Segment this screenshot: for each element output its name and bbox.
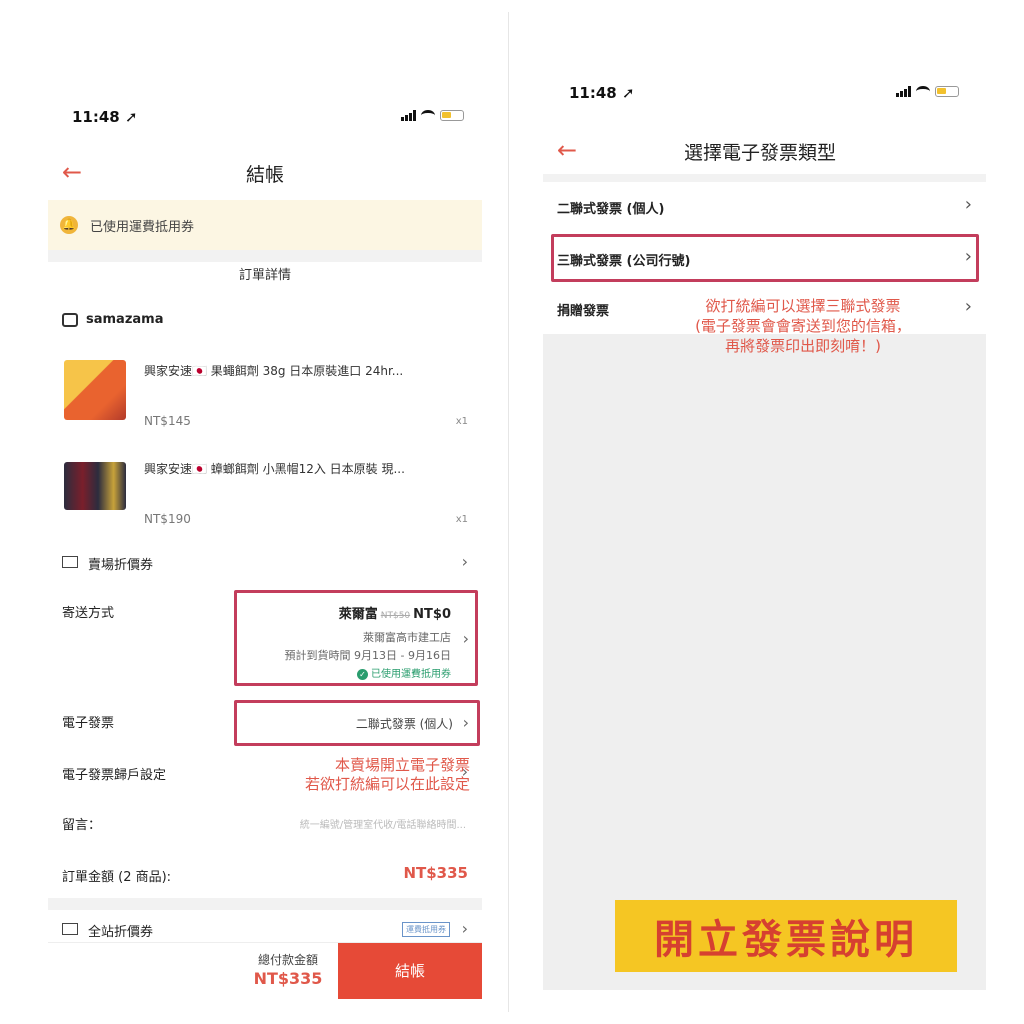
product-price: NT$190: [144, 512, 191, 526]
coupon-icon: [62, 923, 78, 935]
einvoice-annotation: 本賣場開立電子發票 若欲打統編可以在此設定: [304, 756, 470, 793]
option-label: 捐贈發票: [557, 304, 610, 319]
invoice-annotation: 欲打統編可以選擇三聯式發票 (電子發票會會寄送到您的信箱， 再將發票印出即刻唷！…: [695, 297, 911, 355]
product-name: 興家安速🇯🇵 果蠅餌劑 38g 日本原裝進口 24hr...: [144, 364, 404, 378]
nav-bar: ← 結帳: [48, 152, 482, 192]
section-gap: [48, 250, 482, 262]
invoice-option-personal[interactable]: 二聯式發票 (個人) ›: [543, 182, 986, 230]
check-circle-icon: ✓: [357, 669, 368, 680]
page-title: 結帳: [245, 164, 284, 186]
invoice-explanation-banner: 開立發票說明: [615, 900, 957, 972]
order-total-value: NT$335: [403, 864, 468, 882]
shipping-highlight-box[interactable]: 萊爾富 NT$50 NT$0 萊爾富高市建工店 預計到貨時間 9月13日 - 9月1…: [234, 590, 478, 686]
einvoice-carrier-label: 電子發票歸戶設定: [62, 768, 167, 783]
order-item[interactable]: 興家安速🇯🇵 蟑螂餌劑 小黑帽12入 日本原裝 現... NT$190 x1: [48, 450, 482, 546]
site-coupon-row[interactable]: 全站折價券 運費抵用券 ›: [48, 919, 482, 942]
checkout-screen: 11:48 ➚ ← 結帳 🔔 已使用運費抵用券 訂單詳情 samazama 興家…: [48, 100, 482, 1000]
shop-name: samazama: [86, 312, 164, 327]
chevron-right-icon: ›: [964, 194, 972, 215]
chevron-right-icon: ›: [461, 919, 468, 938]
battery-icon: [440, 110, 464, 121]
product-thumbnail: [64, 360, 126, 420]
total-payment-value: NT$335: [253, 969, 323, 988]
product-name: 興家安速🇯🇵 蟑螂餌劑 小黑帽12入 日本原裝 現...: [144, 462, 405, 476]
delivery-eta: 預計到貨時間 9月13日 - 9月16日: [284, 649, 451, 662]
shipping-carrier-fee: 萊爾富 NT$50 NT$0: [339, 603, 451, 622]
wifi-icon: [421, 110, 435, 121]
shop-header[interactable]: samazama: [62, 312, 164, 327]
pickup-store: 萊爾富高市建工店: [363, 631, 451, 644]
store-coupon-row[interactable]: 賣場折價券 ›: [48, 552, 482, 582]
einvoice-label: 電子發票: [62, 716, 115, 731]
coupon-icon: [62, 556, 78, 568]
einvoice-highlight-box[interactable]: 二聯式發票 (個人) ›: [234, 700, 480, 746]
message-input[interactable]: 統一編號/管理室代收/電話聯絡時間...: [300, 816, 466, 831]
nav-bar: ← 選擇電子發票類型: [543, 130, 977, 170]
product-price: NT$145: [144, 414, 191, 428]
status-icons: [896, 86, 959, 97]
order-details-heading: 訂單詳情: [238, 268, 291, 283]
status-bar: 11:48 ➚: [48, 100, 482, 140]
shipping-coupon-used: ✓ 已使用運費抵用券: [357, 665, 451, 680]
coupon-tag: 運費抵用券: [402, 922, 450, 937]
chevron-right-icon: ›: [461, 552, 468, 571]
option-label: 二聯式發票 (個人): [557, 202, 665, 217]
shop-icon: [62, 312, 78, 327]
page-title: 選擇電子發票類型: [683, 142, 836, 164]
einvoice-value: 二聯式發票 (個人): [355, 717, 453, 731]
shipping-label: 寄送方式: [62, 606, 115, 621]
product-thumbnail: [64, 462, 126, 510]
signal-icon: [896, 86, 911, 97]
status-bar: 11:48 ➚: [543, 76, 977, 116]
status-icons: [401, 110, 464, 121]
chevron-right-icon: ›: [462, 713, 469, 732]
battery-icon: [935, 86, 959, 97]
product-qty: x1: [455, 514, 468, 525]
signal-icon: [401, 110, 416, 121]
order-total-label: 訂單金額 (2 商品):: [62, 870, 172, 885]
wifi-icon: [916, 86, 930, 97]
shipping-fee: NT$0: [413, 607, 451, 622]
section-gap: [48, 898, 482, 910]
checkout-bottom-bar: 總付款金額 NT$335 結帳: [48, 942, 482, 999]
original-fee: NT$50: [380, 611, 411, 621]
carrier-name: 萊爾富: [338, 607, 378, 622]
einvoice-type-screen: 11:48 ➚ ← 選擇電子發票類型 二聯式發票 (個人) › 三聯式發票 (公…: [543, 76, 986, 992]
store-coupon-label: 賣場折價券: [88, 558, 154, 573]
status-time: 11:48 ➚: [72, 108, 138, 126]
order-item[interactable]: 興家安速🇯🇵 果蠅餌劑 38g 日本原裝進口 24hr... NT$145 x1: [48, 352, 482, 448]
notice-text: 已使用運費抵用券: [90, 220, 195, 235]
company-option-highlight-box: [551, 234, 979, 282]
checkout-button[interactable]: 結帳: [338, 943, 482, 999]
bell-icon: 🔔: [60, 216, 78, 234]
status-time: 11:48 ➚: [569, 84, 635, 102]
shipping-coupon-notice: 🔔 已使用運費抵用券: [48, 200, 482, 250]
site-coupon-label: 全站折價券: [88, 925, 154, 940]
chevron-right-icon: ›: [964, 296, 972, 317]
panel-divider: [508, 12, 509, 1012]
total-payment-label: 總付款金額: [257, 953, 318, 967]
product-qty: x1: [455, 416, 468, 427]
section-gap: [543, 174, 986, 182]
empty-content-area: [543, 334, 986, 990]
chevron-right-icon: ›: [462, 629, 469, 648]
message-label: 留言：: [62, 818, 102, 833]
